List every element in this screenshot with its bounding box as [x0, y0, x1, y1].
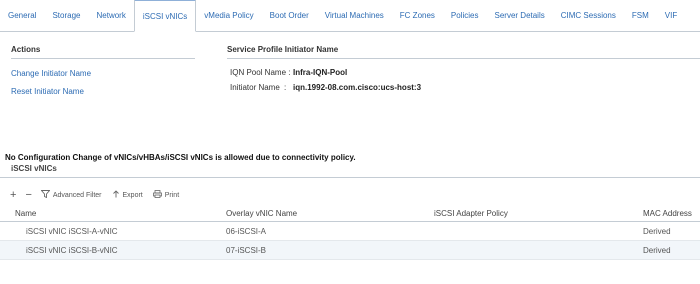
row-mac-cell: Derived — [643, 246, 671, 255]
print-button[interactable]: Print — [152, 190, 180, 200]
tab-fc-zones[interactable]: FC Zones — [392, 0, 443, 31]
advanced-filter-label: Advanced Filter — [52, 191, 102, 199]
actions-header: Actions — [11, 45, 41, 54]
iqn-pool-value: Infra-IQN-Pool — [293, 68, 348, 77]
initiator-section-header: Service Profile Initiator Name — [227, 45, 339, 54]
initiator-name-label: Initiator Name — [230, 83, 280, 92]
filter-icon — [40, 190, 51, 200]
table-row[interactable]: iSCSI vNIC iSCSI-B-vNIC 07-iSCSI-B Deriv… — [0, 241, 700, 260]
print-icon — [152, 190, 162, 200]
table-header: Name Overlay vNIC Name iSCSI Adapter Pol… — [0, 204, 700, 222]
export-icon — [112, 190, 120, 200]
tab-iscsi-vnics[interactable]: iSCSI vNICs — [133, 0, 197, 32]
change-initiator-name-link[interactable]: Change Initiator Name — [11, 69, 91, 78]
tab-network[interactable]: Network — [89, 0, 134, 31]
reset-initiator-name-link[interactable]: Reset Initiator Name — [11, 87, 84, 96]
add-icon[interactable]: + — [10, 189, 16, 201]
connectivity-policy-notice: No Configuration Change of vNICs/vHBAs/i… — [5, 153, 356, 162]
row-name-cell: iSCSI vNIC iSCSI-A-vNIC — [26, 227, 118, 236]
export-button[interactable]: Export — [112, 190, 143, 200]
print-label: Print — [164, 191, 180, 199]
row-overlay-cell: 06-iSCSI-A — [226, 227, 267, 236]
iscsi-vnics-table: Name Overlay vNIC Name iSCSI Adapter Pol… — [0, 204, 700, 260]
tab-general[interactable]: General — [0, 0, 44, 31]
column-header-name[interactable]: Name — [15, 209, 36, 218]
row-name-cell: iSCSI vNIC iSCSI-B-vNIC — [26, 246, 118, 255]
tab-virtual-machines[interactable]: Virtual Machines — [317, 0, 392, 31]
iqn-pool-label: IQN Pool Name : — [230, 68, 291, 77]
table-row[interactable]: iSCSI vNIC iSCSI-A-vNIC 06-iSCSI-A Deriv… — [0, 222, 700, 241]
column-header-mac-address[interactable]: MAC Address — [643, 209, 692, 218]
iscsi-vnics-grid-title: iSCSI vNICs — [11, 164, 57, 173]
grid-toolbar: + − Advanced Filter Export Print — [10, 189, 189, 201]
column-header-iscsi-adapter-policy[interactable]: iSCSI Adapter Policy — [434, 209, 508, 218]
initiator-divider — [227, 58, 700, 59]
tab-boot-order[interactable]: Boot Order — [262, 0, 317, 31]
row-overlay-cell: 07-iSCSI-B — [226, 246, 267, 255]
column-header-overlay-vnic-name[interactable]: Overlay vNIC Name — [226, 209, 297, 218]
tab-storage[interactable]: Storage — [44, 0, 88, 31]
tab-fsm[interactable]: FSM — [624, 0, 657, 31]
advanced-filter-button[interactable]: Advanced Filter — [40, 190, 102, 200]
initiator-name-separator: : — [284, 83, 287, 92]
initiator-name-value: iqn.1992-08.com.cisco:ucs-host:3 — [293, 83, 422, 92]
tab-server-details[interactable]: Server Details — [487, 0, 553, 31]
tab-policies[interactable]: Policies — [443, 0, 487, 31]
actions-divider — [11, 58, 195, 59]
tab-cimc-sessions[interactable]: CIMC Sessions — [553, 0, 624, 31]
tab-vmedia-policy[interactable]: vMedia Policy — [196, 0, 261, 31]
row-mac-cell: Derived — [643, 227, 671, 236]
tab-vif[interactable]: VIF — [657, 0, 685, 31]
tab-bar: General Storage Network iSCSI vNICs vMed… — [0, 0, 700, 32]
grid-title-divider — [0, 177, 700, 178]
export-label: Export — [122, 191, 143, 199]
remove-icon[interactable]: − — [25, 189, 31, 201]
